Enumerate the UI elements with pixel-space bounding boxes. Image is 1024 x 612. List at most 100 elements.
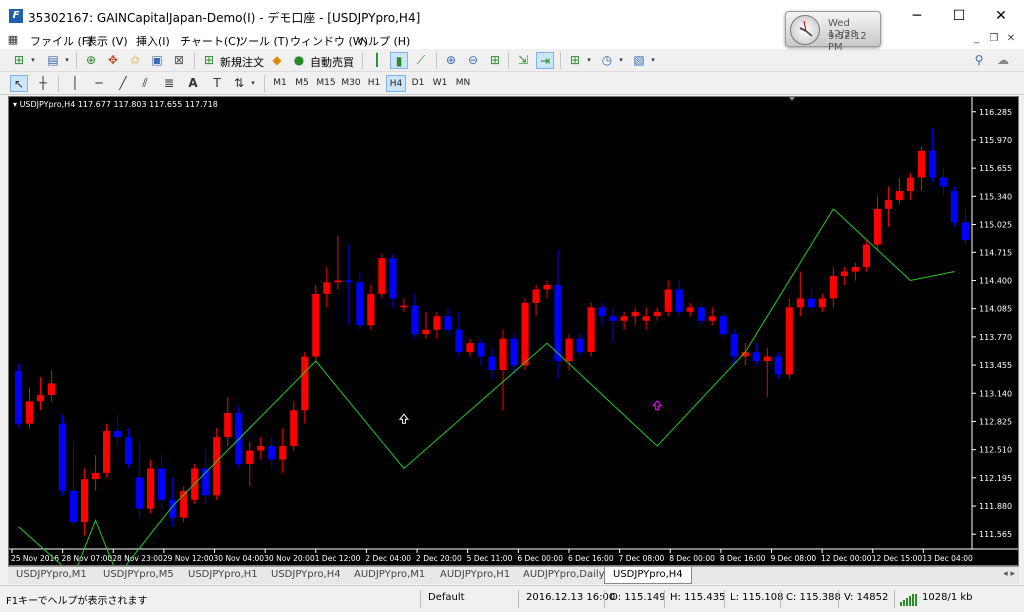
text-tool-icon[interactable]: A	[184, 75, 202, 92]
candlestick-chart-icon[interactable]: ▮	[390, 52, 408, 69]
zoom-in-icon[interactable]: ⊕	[442, 52, 460, 69]
menu-help[interactable]: ヘルプ (H)	[357, 33, 410, 49]
menu-chart[interactable]: チャート(C)	[180, 33, 240, 49]
tab-usdjpy-h4-active[interactable]: USDJPYpro,H4	[604, 567, 692, 584]
timeframe-d1[interactable]: D1	[408, 75, 428, 92]
chart-window[interactable]: 116.285 115.970 115.655 115.340 115.025 114.7…	[8, 96, 1019, 566]
text-label-icon[interactable]: T	[208, 75, 226, 92]
candle-body	[158, 468, 166, 500]
candle-body	[301, 356, 309, 411]
candle-body	[400, 305, 408, 308]
mdi-restore-button[interactable]: ❐	[987, 33, 1001, 44]
candle-body	[686, 307, 694, 312]
zoom-out-icon[interactable]: ⊖	[464, 52, 482, 69]
auto-trading-button[interactable]: 自動売買	[310, 54, 354, 70]
timeframe-h1[interactable]: H1	[364, 75, 384, 92]
tab-audjpy-m1[interactable]: AUDJPYpro,M1	[354, 569, 425, 580]
indicators-dropdown-icon[interactable]: ▾	[584, 52, 594, 69]
timeframe-m5[interactable]: M5	[292, 75, 312, 92]
new-chart-dropdown-icon[interactable]: ▾	[28, 52, 38, 69]
maximize-button[interactable]: ☐	[944, 6, 974, 26]
bar-chart-icon[interactable]: ┃	[368, 52, 386, 69]
status-low: L: 115.108	[730, 592, 784, 603]
tab-usdjpy-m1[interactable]: USDJPYpro,M1	[16, 569, 87, 580]
new-order-icon[interactable]: ⊞	[200, 52, 218, 69]
time-tick-label: 6 Dec 16:00	[568, 554, 614, 563]
price-chart[interactable]: 116.285 115.970 115.655 115.340 115.025 114.7…	[9, 97, 1018, 565]
candle-body	[47, 383, 56, 396]
crosshair-icon[interactable]: ┼	[34, 75, 52, 92]
tab-usdjpy-h1[interactable]: USDJPYpro,H1	[188, 569, 258, 580]
candle-body	[246, 450, 254, 464]
market-watch-icon[interactable]: ⊕	[82, 52, 100, 69]
tab-scroll-arrows[interactable]: ◂ ▸	[1003, 569, 1015, 579]
new-order-button[interactable]: 新規注文	[220, 54, 264, 70]
periods-dropdown-icon[interactable]: ▾	[616, 52, 626, 69]
timeframe-m30[interactable]: M30	[339, 75, 363, 92]
timeframe-m1[interactable]: M1	[270, 75, 290, 92]
timeframe-mn[interactable]: MN	[452, 75, 474, 92]
chart-shift-icon[interactable]: ⇥	[536, 52, 554, 69]
chart-window-icon[interactable]: ▦	[6, 31, 20, 47]
price-tick-label: 114.715	[979, 248, 1012, 257]
menu-file[interactable]: ファイル (F)	[30, 33, 92, 49]
menu-insert[interactable]: 挿入(I)	[136, 33, 170, 49]
candle-body	[752, 352, 760, 362]
tab-usdjpy-m5[interactable]: USDJPYpro,M5	[103, 569, 174, 580]
tile-windows-icon[interactable]: ⊞	[486, 52, 504, 69]
line-chart-icon[interactable]: ⟋	[412, 52, 430, 69]
time-tick-label: 28 Nov 23:00	[112, 554, 163, 563]
tab-audjpy-h1[interactable]: AUDJPYpro,H1	[440, 569, 510, 580]
candle-body	[653, 311, 661, 317]
mdi-close-button[interactable]: ✕	[1004, 33, 1018, 44]
time-tick-label: 30 Nov 04:00	[214, 554, 265, 563]
mdi-minimize-button[interactable]: _	[970, 33, 984, 44]
auto-scroll-icon[interactable]: ⇲	[514, 52, 532, 69]
vertical-line-icon[interactable]: │	[66, 75, 84, 92]
candle-body	[785, 307, 793, 375]
price-tick-label: 112.195	[979, 474, 1012, 483]
indicators-icon[interactable]: ⊞	[566, 52, 584, 69]
candle-body	[36, 395, 45, 402]
metaeditor-icon[interactable]: ◆	[268, 52, 286, 69]
arrows-dropdown-icon[interactable]: ▾	[248, 75, 258, 92]
candle-body	[939, 177, 948, 187]
templates-dropdown-icon[interactable]: ▾	[648, 52, 658, 69]
templates-icon[interactable]: ▧	[630, 52, 648, 69]
fibonacci-icon[interactable]: ≣	[160, 75, 178, 92]
trendline-icon[interactable]: ╱	[114, 75, 132, 92]
toolbar-separator	[194, 52, 195, 69]
arrows-icon[interactable]: ⇅	[230, 75, 248, 92]
terminal-icon[interactable]: ▣	[148, 52, 166, 69]
timeframe-m15[interactable]: M15	[314, 75, 338, 92]
candle-body	[950, 190, 959, 223]
cursor-icon[interactable]: ↖	[10, 75, 28, 92]
tab-usdjpy-h4[interactable]: USDJPYpro,H4	[271, 569, 341, 580]
profiles-icon[interactable]: ▤	[44, 52, 62, 69]
navigator-icon[interactable]: ✩	[126, 52, 144, 69]
periods-icon[interactable]: ◷	[598, 52, 616, 69]
timeframe-w1[interactable]: W1	[430, 75, 450, 92]
search-icon[interactable]: ⚲	[970, 52, 988, 69]
candle-body	[554, 284, 562, 362]
time-tick-label: 9 Dec 08:00	[770, 554, 816, 563]
horizontal-line-icon[interactable]: ─	[90, 75, 108, 92]
candle-body	[917, 150, 926, 178]
minimize-button[interactable]: ─	[902, 6, 932, 26]
candle-body	[774, 356, 782, 375]
menu-view[interactable]: 表示 (V)	[86, 33, 128, 49]
auto-trading-icon[interactable]: ●	[290, 52, 308, 69]
chat-icon[interactable]: ☁	[994, 52, 1012, 69]
strategy-tester-icon[interactable]: ⊠	[170, 52, 188, 69]
close-button[interactable]: ✕	[986, 6, 1016, 26]
menu-tools[interactable]: ツール (T)	[237, 33, 289, 49]
new-chart-icon[interactable]: ⊞	[10, 52, 28, 69]
tab-audjpy-daily[interactable]: AUDJPYpro,Daily	[523, 569, 605, 580]
timeframe-h4[interactable]: H4	[386, 75, 406, 92]
equidistant-channel-icon[interactable]: ⫽	[136, 75, 154, 92]
candle-body	[840, 271, 848, 277]
data-window-icon[interactable]: ✥	[104, 52, 122, 69]
candle-body	[576, 338, 584, 353]
chart-ohlc-info: USDJPYpro,H4 117.677 117.803 117.655 117…	[19, 100, 218, 109]
profiles-dropdown-icon[interactable]: ▾	[62, 52, 72, 69]
